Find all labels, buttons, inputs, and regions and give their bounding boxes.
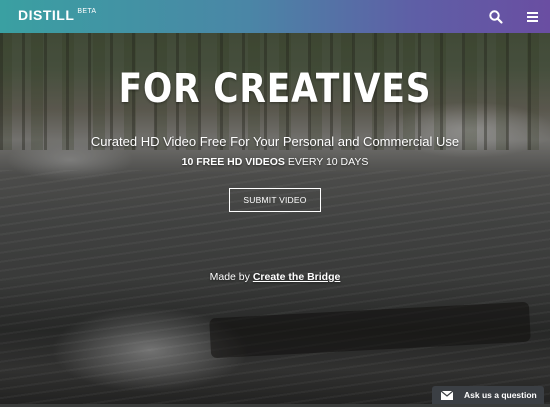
submit-video-button[interactable]: SUBMIT VIDEO bbox=[229, 188, 321, 212]
credit-line: Made by Create the Bridge bbox=[0, 271, 550, 283]
hero-tagline: 10 FREE HD VIDEOS EVERY 10 DAYS bbox=[0, 156, 550, 168]
tagline-rest: EVERY 10 DAYS bbox=[284, 156, 369, 168]
search-icon[interactable] bbox=[488, 9, 504, 25]
hero-headline: FOR CREATIVES bbox=[118, 66, 432, 112]
hamburger-menu-icon[interactable] bbox=[525, 9, 541, 25]
hero-subtitle: Curated HD Video Free For Your Personal … bbox=[90, 134, 460, 149]
envelope-icon bbox=[440, 389, 456, 401]
top-nav-bar: DISTILL BETA bbox=[0, 0, 550, 33]
tagline-bold: 10 FREE HD VIDEOS bbox=[181, 156, 285, 168]
ask-question-widget[interactable]: Ask us a question bbox=[432, 386, 544, 404]
credit-prefix: Made by bbox=[209, 271, 253, 283]
ask-question-label: Ask us a question bbox=[464, 390, 537, 400]
create-the-bridge-link[interactable]: Create the Bridge bbox=[253, 271, 341, 283]
beta-badge: BETA bbox=[77, 8, 97, 15]
logo-text: DISTILL bbox=[18, 7, 75, 23]
site-logo[interactable]: DISTILL BETA bbox=[18, 7, 96, 23]
